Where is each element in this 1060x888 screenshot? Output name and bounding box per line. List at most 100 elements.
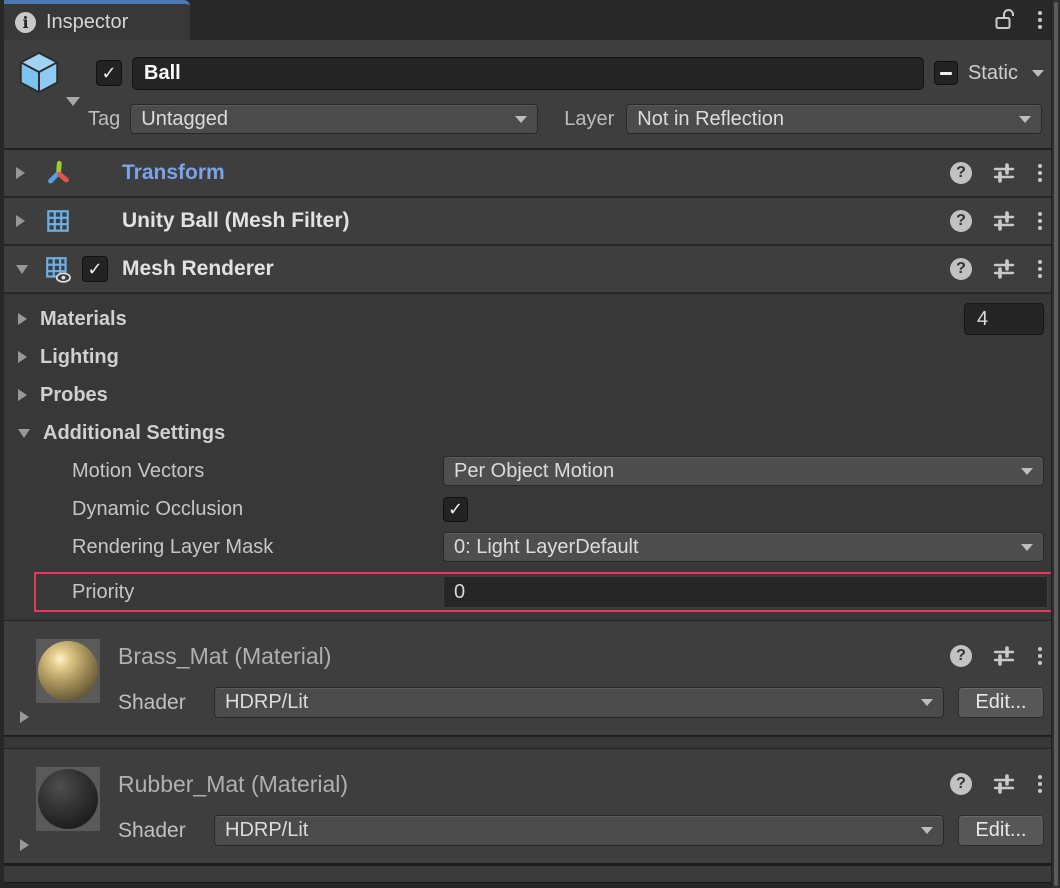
- mesh-renderer-header[interactable]: ✓ Mesh Renderer ?: [0, 246, 1060, 294]
- mesh-renderer-header-actions: ?: [950, 258, 1044, 280]
- icon-picker-arrow[interactable]: [66, 97, 80, 106]
- probes-foldout[interactable]: Probes: [0, 376, 1060, 414]
- rendering-layer-mask-dropdown[interactable]: 0: Light LayerDefault: [443, 532, 1044, 562]
- section-gap: [0, 736, 1060, 748]
- presets-icon[interactable]: [992, 645, 1016, 667]
- shader-row: Shader HDRP/Lit Edit...: [118, 815, 1044, 846]
- help-icon[interactable]: ?: [950, 645, 972, 667]
- component-menu-kebab-icon[interactable]: [1036, 258, 1044, 280]
- chevron-down-icon: [515, 116, 527, 123]
- chevron-down-icon: [1021, 544, 1033, 551]
- tab-bar: i Inspector: [0, 0, 1060, 40]
- bottom-edge: [0, 882, 1060, 888]
- chevron-down-icon: [921, 699, 933, 706]
- shader-dropdown[interactable]: HDRP/Lit: [214, 687, 944, 718]
- scrollbar-thumb[interactable]: [1054, 2, 1058, 886]
- brass-sphere-thumbnail: [38, 641, 98, 701]
- active-checkbox[interactable]: ✓: [96, 60, 122, 86]
- mesh-filter-icon: [44, 207, 72, 235]
- transform-foldout-arrow[interactable]: [16, 167, 25, 179]
- rubber-material-section: Rubber_Mat (Material) ? Shader HDRP/Lit …: [0, 748, 1060, 864]
- static-checkbox[interactable]: [934, 61, 958, 85]
- shader-value: HDRP/Lit: [225, 819, 308, 842]
- help-icon[interactable]: ?: [950, 773, 972, 795]
- tab-inspector[interactable]: i Inspector: [0, 0, 190, 40]
- inspector-menu-kebab-icon[interactable]: [1036, 9, 1044, 31]
- name-input[interactable]: [132, 57, 924, 90]
- dynamic-occlusion-row: Dynamic Occlusion ✓: [0, 490, 1060, 528]
- unlock-icon[interactable]: [994, 7, 1016, 33]
- material-menu-kebab-icon[interactable]: [1036, 773, 1044, 795]
- mesh-renderer-foldout-arrow[interactable]: [16, 265, 28, 274]
- rubber-sphere-thumbnail: [38, 769, 98, 829]
- mixed-state-icon: [940, 72, 952, 75]
- check-icon: ✓: [87, 260, 102, 278]
- gameobject-icon[interactable]: [14, 50, 66, 96]
- shader-dropdown[interactable]: HDRP/Lit: [214, 815, 944, 846]
- probes-label: Probes: [40, 384, 108, 407]
- material-preview[interactable]: [36, 767, 100, 831]
- priority-label: Priority: [72, 581, 443, 604]
- foldout-arrow[interactable]: [18, 429, 30, 438]
- material-preview[interactable]: [36, 639, 100, 703]
- edit-shader-button[interactable]: Edit...: [958, 815, 1044, 846]
- additional-settings-label: Additional Settings: [43, 422, 225, 445]
- tab-title: Inspector: [46, 11, 128, 34]
- dynamic-occlusion-label: Dynamic Occlusion: [72, 498, 443, 521]
- presets-icon[interactable]: [992, 210, 1016, 232]
- rendering-layer-mask-row: Rendering Layer Mask 0: Light LayerDefau…: [0, 528, 1060, 566]
- additional-settings-foldout[interactable]: Additional Settings: [0, 414, 1060, 452]
- foldout-arrow[interactable]: [18, 351, 27, 363]
- brass-material-section: Brass_Mat (Material) ? Shader HDRP/Lit E…: [0, 620, 1060, 736]
- help-icon[interactable]: ?: [950, 210, 972, 232]
- materials-foldout[interactable]: Materials 4: [0, 300, 1060, 338]
- transform-header[interactable]: Transform ?: [0, 150, 1060, 198]
- material-menu-kebab-icon[interactable]: [1036, 645, 1044, 667]
- mesh-filter-header[interactable]: Unity Ball (Mesh Filter) ?: [0, 198, 1060, 246]
- motion-vectors-row: Motion Vectors Per Object Motion: [0, 452, 1060, 490]
- motion-vectors-label: Motion Vectors: [72, 460, 443, 483]
- layer-value: Not in Reflection: [637, 108, 784, 131]
- shader-label: Shader: [118, 691, 200, 715]
- lighting-foldout[interactable]: Lighting: [0, 338, 1060, 376]
- vertical-scrollbar[interactable]: [1051, 0, 1060, 888]
- component-menu-kebab-icon[interactable]: [1036, 210, 1044, 232]
- chevron-down-icon: [1019, 116, 1031, 123]
- presets-icon[interactable]: [992, 258, 1016, 280]
- panel-left-edge: [0, 0, 4, 888]
- lighting-label: Lighting: [40, 346, 119, 369]
- check-icon: ✓: [101, 64, 116, 82]
- edit-shader-button[interactable]: Edit...: [958, 687, 1044, 718]
- material-foldout-arrow[interactable]: [20, 711, 29, 723]
- mesh-renderer-enabled-checkbox[interactable]: ✓: [82, 256, 108, 282]
- material-header-actions: ?: [950, 773, 1044, 795]
- presets-icon[interactable]: [992, 773, 1016, 795]
- chevron-down-icon: [1021, 468, 1033, 475]
- motion-vectors-dropdown[interactable]: Per Object Motion: [443, 456, 1044, 486]
- material-foldout-arrow[interactable]: [20, 839, 29, 851]
- info-icon: i: [15, 12, 36, 33]
- materials-label: Materials: [40, 308, 127, 331]
- foldout-arrow[interactable]: [18, 313, 27, 325]
- tag-value: Untagged: [141, 108, 228, 131]
- material-title: Rubber_Mat (Material): [118, 771, 348, 798]
- help-icon[interactable]: ?: [950, 258, 972, 280]
- layer-dropdown[interactable]: Not in Reflection: [626, 104, 1042, 134]
- check-icon: ✓: [448, 500, 463, 518]
- priority-field[interactable]: 0: [443, 576, 1048, 608]
- mesh-renderer-body: Materials 4 Lighting Probes Additional S…: [0, 294, 1060, 620]
- tag-dropdown[interactable]: Untagged: [130, 104, 538, 134]
- cube-icon: [14, 50, 64, 96]
- presets-icon[interactable]: [992, 162, 1016, 184]
- component-menu-kebab-icon[interactable]: [1036, 162, 1044, 184]
- shader-row: Shader HDRP/Lit Edit...: [118, 687, 1044, 718]
- layer-label: Layer: [564, 108, 614, 131]
- dynamic-occlusion-checkbox[interactable]: ✓: [443, 497, 468, 522]
- help-icon[interactable]: ?: [950, 162, 972, 184]
- static-dropdown-arrow-icon[interactable]: [1032, 70, 1044, 77]
- foldout-arrow[interactable]: [18, 389, 27, 401]
- materials-count-field[interactable]: 4: [964, 303, 1044, 335]
- rendering-layer-mask-value: 0: Light LayerDefault: [454, 536, 639, 559]
- mesh-filter-foldout-arrow[interactable]: [16, 215, 25, 227]
- mesh-filter-header-actions: ?: [950, 210, 1044, 232]
